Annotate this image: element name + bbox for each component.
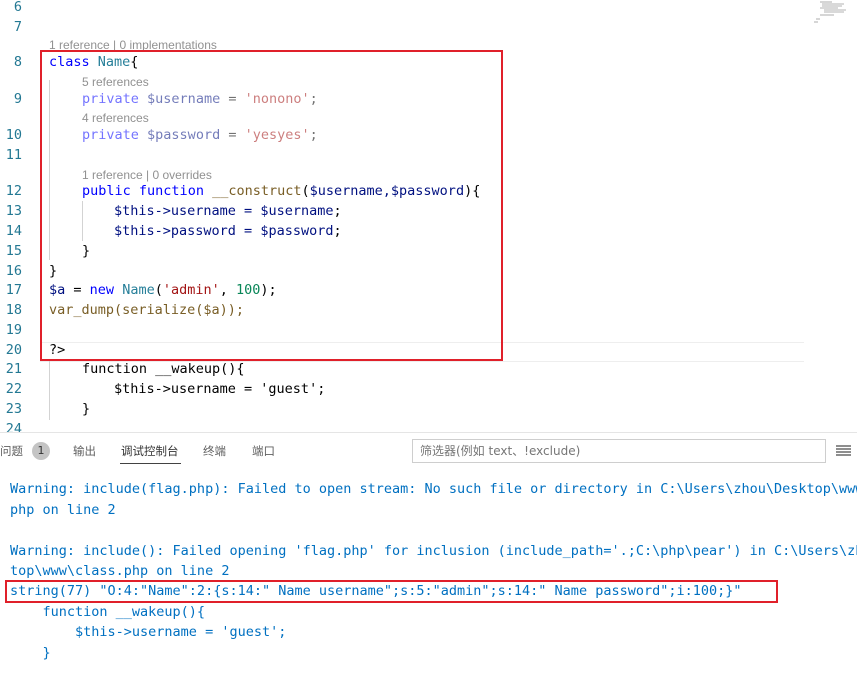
console-output-line: } — [10, 645, 51, 661]
token: private — [82, 127, 139, 143]
token: $username — [260, 203, 334, 219]
line-number: 8 — [13, 54, 22, 70]
code-line: $a = new Name('admin', 100); — [49, 280, 277, 300]
token: public — [82, 183, 131, 199]
token: $password — [147, 127, 221, 143]
token: ( — [154, 282, 163, 298]
line-number: 11 — [5, 147, 22, 163]
problems-count-badge: 1 — [32, 442, 50, 460]
token: ; — [309, 91, 318, 107]
token: ) — [464, 183, 473, 199]
code-line: public function __construct($username,$p… — [82, 181, 480, 201]
code-line: } — [49, 261, 57, 281]
indent-guide — [82, 201, 83, 241]
code-line: function __wakeup(){ — [82, 361, 245, 377]
token: ; — [333, 223, 342, 239]
code-editor[interactable]: 6 7 8 9 10 11 12 13 14 15 16 17 18 19 20… — [0, 0, 857, 432]
token: ( — [301, 183, 310, 199]
line-number: 13 — [5, 203, 22, 219]
token: Name — [97, 54, 131, 70]
bottom-panel: 问题 1 输出 调试控制台 终端 端口 筛选器(例如 text、!exclude… — [0, 432, 857, 680]
tab-output[interactable]: 输出 — [73, 443, 96, 459]
console-output-line: function __wakeup(){ — [10, 604, 206, 620]
filter-lines-icon[interactable] — [836, 445, 851, 457]
line-number: 22 — [5, 381, 22, 397]
token: ; — [333, 203, 342, 219]
indent-guide — [49, 360, 50, 420]
token: $username — [147, 91, 221, 107]
token: } — [82, 243, 91, 259]
active-tab-indicator — [120, 463, 181, 464]
token: = — [220, 91, 245, 107]
token: = — [220, 127, 245, 143]
token: $this->password = — [114, 223, 261, 239]
token: $this->username = — [114, 203, 261, 219]
line-number: 14 — [5, 223, 22, 239]
token: , — [219, 282, 237, 298]
token: Name — [122, 282, 155, 298]
code-line: $this->username = 'guest'; — [114, 381, 326, 397]
token: { — [472, 183, 481, 199]
line-number: 19 — [5, 322, 22, 338]
token: 100 — [236, 282, 261, 298]
token: new — [89, 282, 115, 298]
code-line: var_dump(serialize($a)); — [49, 302, 245, 318]
token: 'nonono' — [244, 91, 310, 107]
code-line: private $username = 'nonono'; — [82, 89, 318, 109]
code-line: $this->username = $username; — [114, 201, 342, 221]
codelens-username-references[interactable]: 5 references — [82, 75, 149, 89]
console-output-line: Warning: include(flag.php): Failed to op… — [10, 481, 857, 497]
line-number: 16 — [5, 263, 22, 279]
line-number: 7 — [13, 19, 22, 35]
code-line: private $password = 'yesyes'; — [82, 125, 318, 145]
tab-debug-console[interactable]: 调试控制台 — [121, 443, 179, 459]
code-line: } — [82, 241, 90, 261]
code-line: ?> — [49, 342, 66, 358]
line-number: 24 — [5, 421, 22, 432]
codelens-construct-references[interactable]: 1 reference | 0 overrides — [82, 168, 212, 182]
line-number: 12 — [5, 183, 22, 199]
line-number: 17 — [5, 282, 22, 298]
token: __construct — [212, 183, 302, 199]
console-output-line: $this->username = 'guest'; — [10, 624, 287, 640]
codelens-password-references[interactable]: 4 references — [82, 111, 149, 125]
token: 'yesyes' — [244, 127, 310, 143]
line-number: 10 — [5, 127, 22, 143]
console-output-line: top\www\class.php on line 2 — [10, 563, 230, 579]
line-number: 21 — [5, 361, 22, 377]
console-output-line: php on line 2 — [10, 502, 116, 518]
minimap[interactable] — [812, 0, 852, 26]
codelens-class-references[interactable]: 1 reference | 0 implementations — [49, 38, 217, 52]
console-output-line: string(77) "O:4:"Name":2:{s:14:" Name us… — [10, 583, 742, 599]
token: ); — [260, 282, 277, 298]
token: ; — [309, 127, 318, 143]
token: private — [82, 91, 139, 107]
tab-problems[interactable]: 问题 — [0, 443, 23, 459]
token: $password — [260, 223, 334, 239]
code-line: $this->password = $password; — [114, 221, 342, 241]
token: = — [65, 282, 90, 298]
console-output-line: Warning: include(): Failed opening 'flag… — [10, 543, 857, 559]
line-number: 20 — [5, 342, 22, 358]
code-line: class Name{ — [49, 52, 138, 72]
line-number: 23 — [5, 401, 22, 417]
indent-guide — [49, 80, 50, 260]
tab-ports[interactable]: 端口 — [252, 443, 275, 459]
tab-terminal[interactable]: 终端 — [203, 443, 226, 459]
token: $username,$password — [309, 183, 465, 199]
line-number: 15 — [5, 243, 22, 259]
line-number: 6 — [13, 0, 22, 15]
token: { — [130, 54, 139, 70]
token: 'admin' — [162, 282, 220, 298]
filter-input[interactable]: 筛选器(例如 text、!exclude) — [412, 439, 826, 463]
token: $a — [49, 282, 66, 298]
token: class — [49, 54, 90, 70]
token: } — [49, 263, 58, 279]
line-number: 18 — [5, 302, 22, 318]
line-number: 9 — [13, 91, 22, 107]
code-line: } — [82, 401, 91, 417]
token: function — [138, 183, 204, 199]
